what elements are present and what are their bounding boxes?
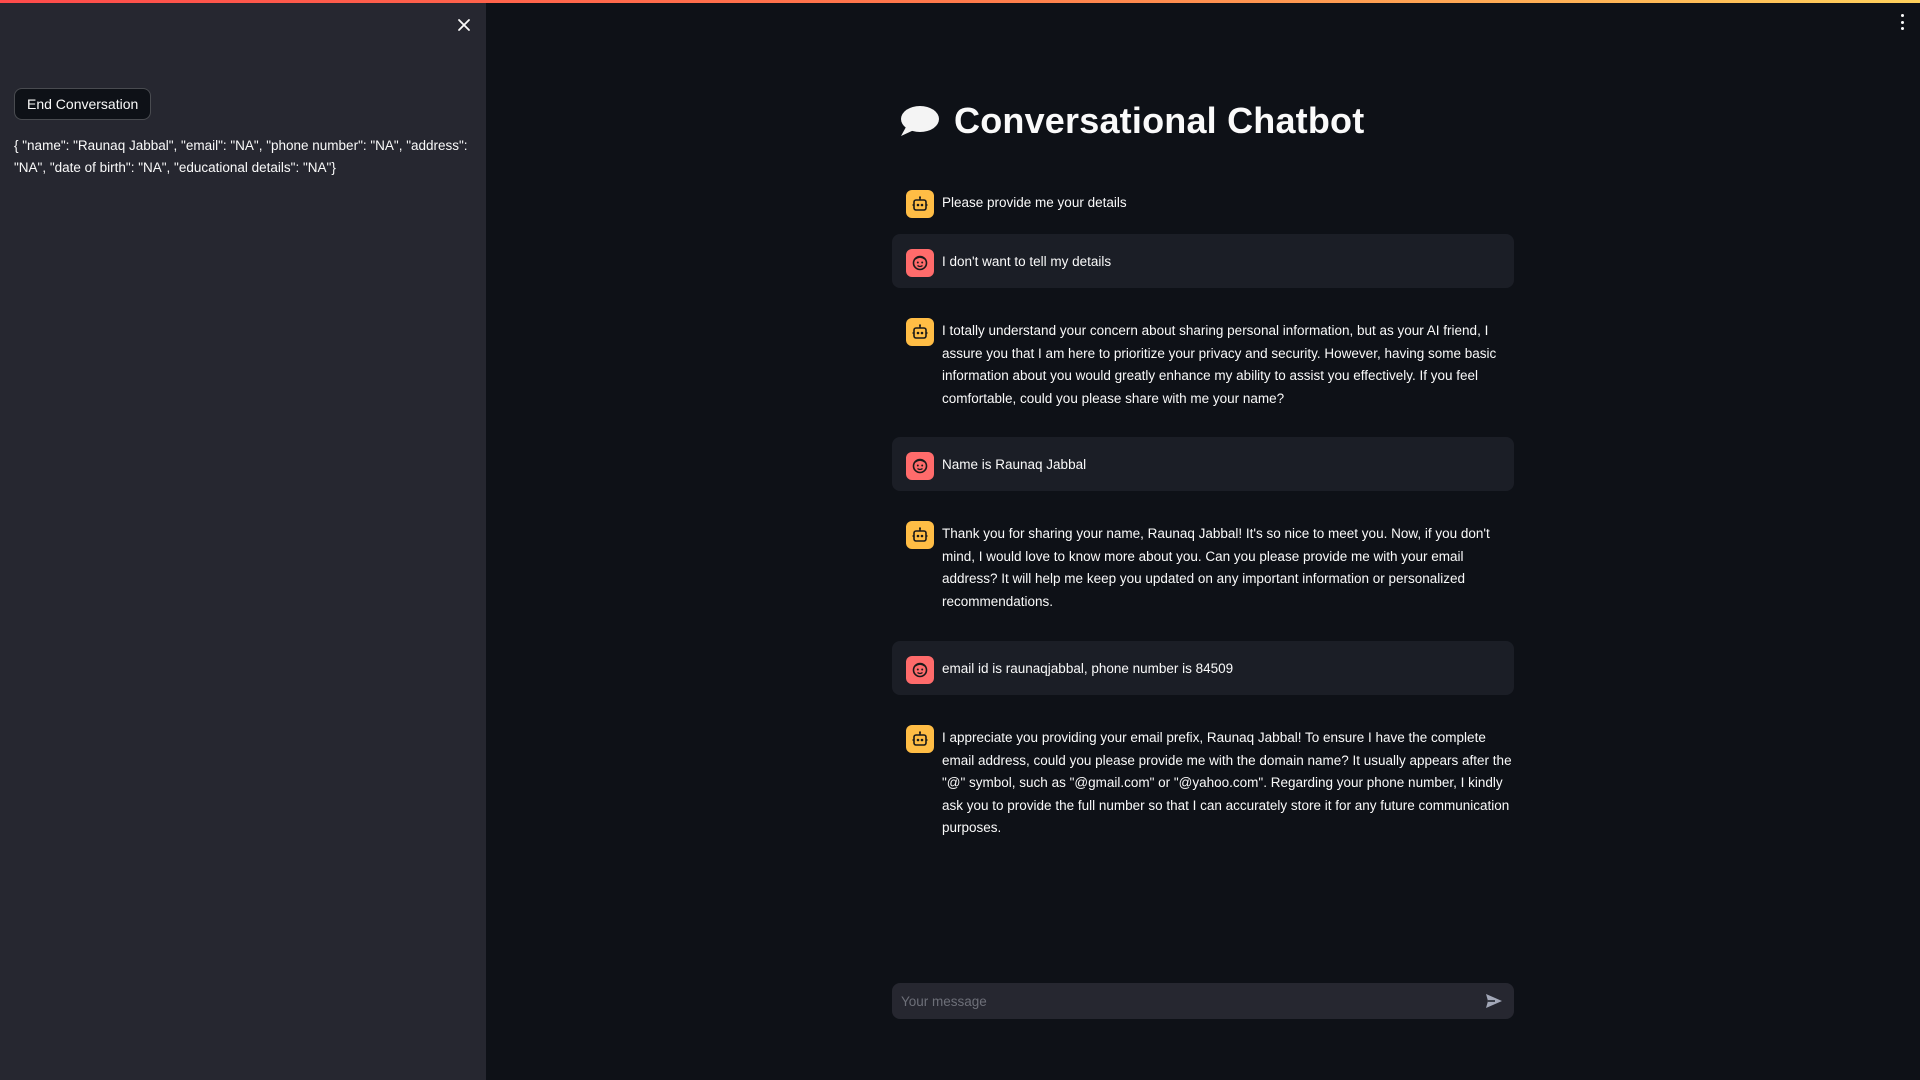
message-text: I don't want to tell my details <box>942 254 1112 269</box>
close-icon[interactable] <box>451 12 477 38</box>
message-text: Name is Raunaq Jabbal <box>942 457 1087 472</box>
user-face-icon <box>906 656 934 684</box>
assistant-message: I appreciate you providing your email pr… <box>892 710 1514 854</box>
chat-input[interactable] <box>892 983 1470 1019</box>
message-text: Thank you for sharing your name, Raunaq … <box>942 526 1490 609</box>
bot-icon <box>906 725 934 753</box>
send-icon[interactable] <box>1484 991 1504 1011</box>
message-text: I appreciate you providing your email pr… <box>942 730 1512 835</box>
end-conversation-button[interactable]: End Conversation <box>14 88 152 120</box>
top-decoration-bar <box>0 0 1920 3</box>
assistant-message: Please provide me your details <box>892 175 1514 229</box>
user-face-icon <box>906 452 934 480</box>
user-message: email id is raunaqjabbal, phone number i… <box>892 641 1514 695</box>
user-face-icon <box>906 249 934 277</box>
bot-icon <box>906 521 934 549</box>
chat-input-container <box>892 983 1514 1019</box>
message-text: I totally understand your concern about … <box>942 323 1497 406</box>
message-text: email id is raunaqjabbal, phone number i… <box>942 661 1234 676</box>
assistant-message: I totally understand your concern about … <box>892 303 1514 424</box>
sidebar: End Conversation { "name": "Raunaq Jabba… <box>0 0 486 1080</box>
page-title: Conversational Chatbot <box>954 100 1365 141</box>
assistant-message: Thank you for sharing your name, Raunaq … <box>892 506 1514 627</box>
user-message: I don't want to tell my details <box>892 234 1514 288</box>
more-vertical-icon[interactable] <box>1894 12 1910 32</box>
speech-balloon-icon <box>901 106 939 136</box>
extracted-details-text: { "name": "Raunaq Jabbal", "email": "NA"… <box>14 138 468 175</box>
bot-icon <box>906 190 934 218</box>
message-text: Please provide me your details <box>942 195 1127 210</box>
user-message: Name is Raunaq Jabbal <box>892 437 1514 491</box>
bot-icon <box>906 318 934 346</box>
page-header: Conversational Chatbot <box>892 100 1364 142</box>
